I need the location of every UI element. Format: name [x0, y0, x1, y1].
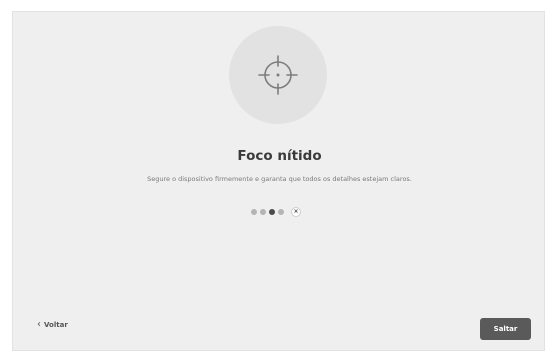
step-indicator: × — [251, 206, 301, 218]
back-label: Voltar — [44, 321, 68, 329]
chevron-left-icon: ‹ — [37, 319, 41, 330]
step-dot-1[interactable] — [251, 209, 257, 215]
screen-title: Foco nítido — [237, 148, 322, 164]
onboarding-panel: Foco nítido Segure o dispositivo firmeme… — [12, 11, 545, 351]
skip-button[interactable]: Saltar — [480, 318, 531, 340]
hero-illustration — [229, 26, 327, 124]
back-button[interactable]: ‹ Voltar — [37, 320, 68, 330]
crosshair-icon — [258, 55, 298, 95]
step-dot-2[interactable] — [260, 209, 266, 215]
step-dot-4[interactable] — [278, 209, 284, 215]
step-dot-3-active[interactable] — [269, 209, 275, 215]
screen-description: Segure o dispositivo firmemente e garant… — [147, 175, 412, 183]
close-icon[interactable]: × — [291, 207, 301, 217]
